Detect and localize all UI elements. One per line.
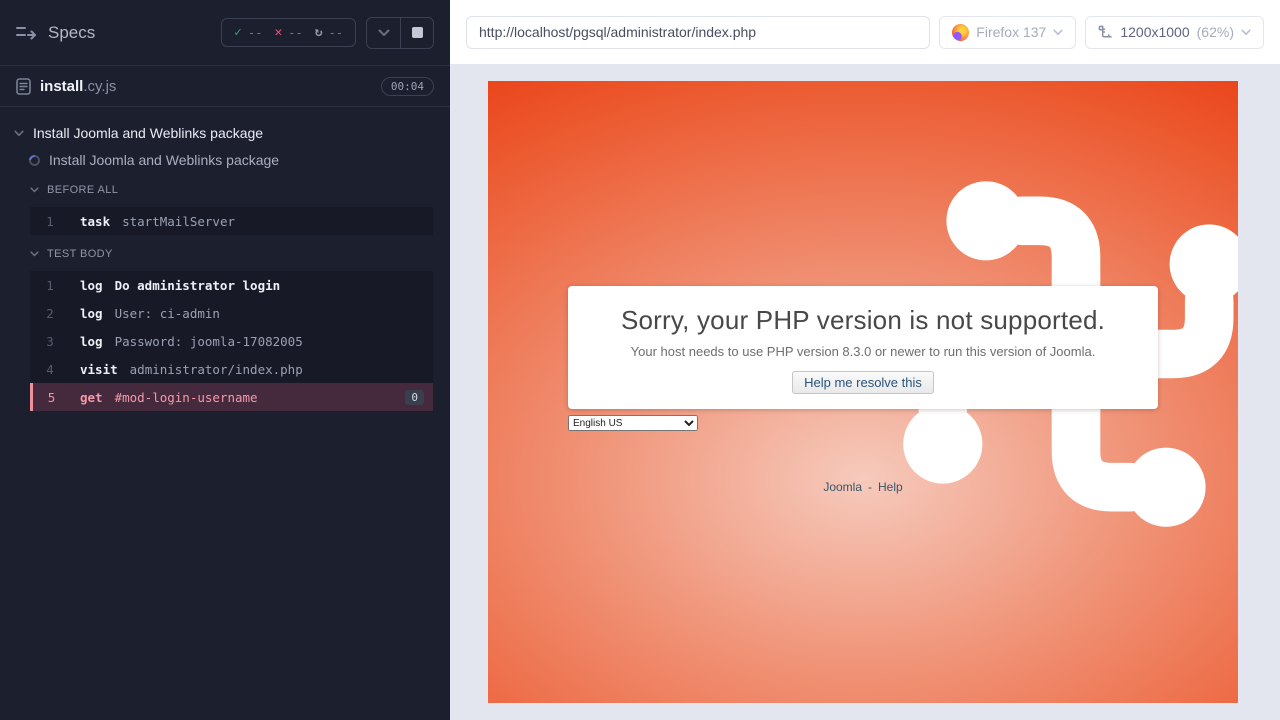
- section-before-all[interactable]: BEFORE ALL: [0, 177, 450, 203]
- command-message: administrator/index.php: [130, 362, 303, 377]
- viewport-scale: (62%): [1197, 24, 1234, 40]
- specs-list-icon[interactable]: [16, 25, 36, 41]
- stat-pending: ↻ --: [315, 25, 343, 40]
- browser-selector[interactable]: Firefox 137: [939, 16, 1076, 49]
- section-label: BEFORE ALL: [47, 184, 118, 196]
- command-message: Password: joomla-17082005: [115, 334, 303, 349]
- command-name: log: [80, 278, 103, 293]
- specs-header: Specs: [16, 23, 95, 43]
- collapse-button[interactable]: [367, 18, 400, 48]
- runner-controls: [366, 17, 434, 49]
- chevron-down-icon: [1053, 29, 1063, 36]
- spec-file-name: install.cy.js: [40, 78, 116, 95]
- command-row-active[interactable]: 5 get #mod-login-username 0: [30, 383, 433, 411]
- aut-footer: Joomla-Help: [488, 480, 1238, 494]
- runner-header: Specs ✓ -- ✕ -- ↻ --: [0, 0, 450, 66]
- joomla-link[interactable]: Joomla: [823, 480, 862, 494]
- test-title: Install Joomla and Weblinks package: [49, 152, 279, 168]
- command-number: 1: [30, 214, 70, 229]
- ruler-icon: [1098, 25, 1113, 40]
- test-stats: ✓ -- ✕ -- ↻ --: [221, 18, 356, 47]
- command-name: log: [80, 306, 103, 321]
- command-row[interactable]: 2 log User: ci-admin: [30, 299, 433, 327]
- loop-icon: ↻: [315, 25, 323, 40]
- suite-row[interactable]: Install Joomla and Weblinks package: [0, 121, 450, 145]
- stat-failed: ✕ --: [274, 25, 302, 40]
- language-select[interactable]: English US: [568, 415, 698, 431]
- error-subheading: Your host needs to use PHP version 8.3.0…: [568, 344, 1158, 359]
- x-icon: ✕: [274, 25, 282, 40]
- command-number: 4: [30, 362, 70, 377]
- viewport-selector[interactable]: 1200x1000 (62%): [1085, 16, 1264, 49]
- command-number: 3: [30, 334, 70, 349]
- stop-button[interactable]: [400, 18, 433, 48]
- command-name: task: [80, 214, 110, 229]
- specs-title: Specs: [48, 23, 95, 43]
- command-row[interactable]: 3 log Password: joomla-17082005: [30, 327, 433, 355]
- command-name: visit: [80, 362, 118, 377]
- passed-count: --: [248, 26, 262, 40]
- chevron-down-icon: [30, 187, 39, 193]
- check-icon: ✓: [234, 25, 242, 40]
- aut-panel: Firefox 137 1200x1000 (62%): [450, 0, 1280, 720]
- url-input[interactable]: [466, 16, 930, 49]
- error-heading: Sorry, your PHP version is not supported…: [568, 305, 1158, 336]
- command-message: #mod-login-username: [115, 390, 258, 405]
- command-block-before-all: 1 task startMailServer: [30, 207, 433, 235]
- browser-label: Firefox 137: [976, 24, 1046, 40]
- reporter: Install Joomla and Weblinks package Inst…: [0, 107, 450, 417]
- suite-title: Install Joomla and Weblinks package: [33, 125, 263, 141]
- command-number: 1: [30, 278, 70, 293]
- pending-count: --: [329, 26, 343, 40]
- spec-timer: 00:04: [381, 77, 434, 96]
- spec-file-icon: [16, 78, 31, 95]
- command-row[interactable]: 4 visit administrator/index.php: [30, 355, 433, 383]
- aut-header: Firefox 137 1200x1000 (62%): [450, 0, 1280, 65]
- footer-separator: -: [868, 480, 872, 494]
- command-message: User: ci-admin: [115, 306, 220, 321]
- firefox-icon: [952, 24, 969, 41]
- failed-count: --: [288, 26, 302, 40]
- chevron-down-icon: [1241, 29, 1251, 36]
- php-error-card: Sorry, your PHP version is not supported…: [568, 286, 1158, 409]
- chevron-down-icon: [14, 130, 24, 137]
- chevron-down-icon: [30, 251, 39, 257]
- command-number: 5: [33, 390, 70, 405]
- section-label: TEST BODY: [47, 248, 113, 260]
- command-name: get: [80, 390, 103, 405]
- command-message: startMailServer: [122, 214, 235, 229]
- section-test-body[interactable]: TEST BODY: [0, 241, 450, 267]
- command-row[interactable]: 1 task startMailServer: [30, 207, 433, 235]
- help-link[interactable]: Help: [878, 480, 903, 494]
- aut-iframe: Sorry, your PHP version is not supported…: [488, 81, 1238, 703]
- test-row[interactable]: Install Joomla and Weblinks package: [0, 145, 450, 175]
- retry-count-badge: 0: [405, 390, 424, 405]
- chevron-down-icon: [378, 29, 390, 37]
- cypress-sidebar: Specs ✓ -- ✕ -- ↻ --: [0, 0, 450, 720]
- command-row[interactable]: 1 log Do administrator login: [30, 271, 433, 299]
- running-spinner-icon: [27, 152, 42, 167]
- command-block-test-body: 1 log Do administrator login 2 log User:…: [30, 271, 433, 411]
- stage: Sorry, your PHP version is not supported…: [450, 65, 1280, 720]
- spec-file-row[interactable]: install.cy.js 00:04: [0, 66, 450, 107]
- stop-icon: [412, 27, 423, 38]
- command-name: log: [80, 334, 103, 349]
- viewport-size: 1200x1000: [1120, 24, 1189, 40]
- command-message: Do administrator login: [115, 278, 281, 293]
- spec-file-ext: .cy.js: [83, 78, 116, 95]
- help-resolve-button[interactable]: Help me resolve this: [792, 371, 934, 394]
- command-number: 2: [30, 306, 70, 321]
- stat-passed: ✓ --: [234, 25, 262, 40]
